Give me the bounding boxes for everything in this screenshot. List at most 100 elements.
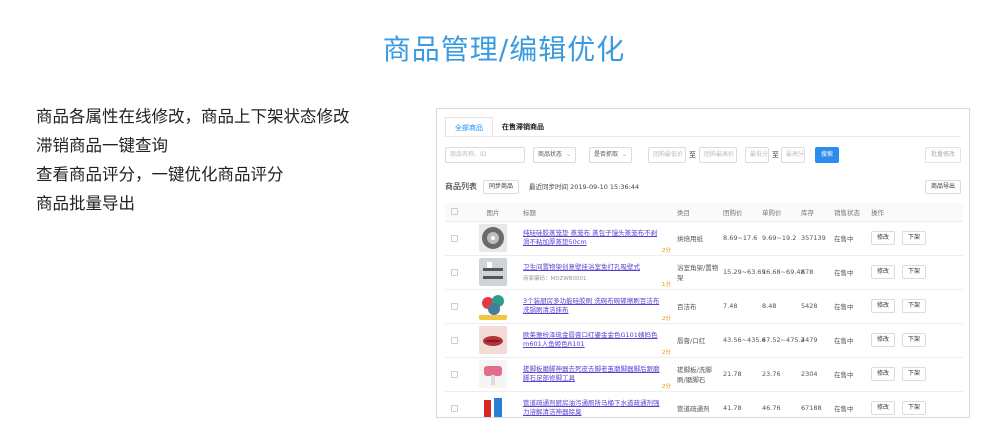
page: 商品管理/编辑优化 商品各属性在线修改，商品上下架状态修改 滞销商品一键查询 查… xyxy=(0,0,1008,444)
group-price: 7.48 xyxy=(721,289,760,324)
product-score: 2分 xyxy=(662,315,671,322)
feature-list: 商品各属性在线修改，商品上下架状态修改 滞销商品一键查询 查看商品评分，一键优化… xyxy=(36,102,350,218)
group-price: 21.78 xyxy=(721,357,760,392)
product-image xyxy=(479,326,507,354)
row-checkbox[interactable] xyxy=(451,268,458,276)
sale-status: 在售中 xyxy=(832,221,869,256)
tab-divider xyxy=(445,136,961,137)
product-title-link[interactable]: 管道疏通剂厨房油污通厕所马桶下水道疏通剂强力溶解清洁神器除臭 xyxy=(523,399,673,417)
export-products-button[interactable]: 商品导出 xyxy=(924,180,961,194)
search-button[interactable]: 搜索 xyxy=(815,147,839,163)
stock: 67188 xyxy=(799,391,832,417)
single-price: 16.68~69.48 xyxy=(760,255,805,290)
feature-item: 滞销商品一键查询 xyxy=(36,136,168,155)
edit-button[interactable]: 修改 xyxy=(871,265,896,279)
list-title: 商品列表 xyxy=(445,182,477,191)
last-sync-time: 最近同步时间 2019-09-10 15:36:44 xyxy=(529,183,640,191)
product-title-link[interactable]: 纯硅硅胶蒸笼垫 蒸笼布 蒸包子馒头蒸笼布不剥滑不粘加厚蒸垫50cm xyxy=(523,229,673,247)
column-header: 标题 xyxy=(521,203,675,222)
product-title-link[interactable]: 卫生间置物架创意壁挂浴室免打孔吸壁式 xyxy=(523,263,673,272)
table-header-row: 图片 标题 类目 团购价 单购价 库存 销售状态 操作 xyxy=(445,203,963,222)
take-offline-button[interactable]: 下架 xyxy=(902,299,927,313)
take-offline-button[interactable]: 下架 xyxy=(902,265,927,279)
take-offline-button[interactable]: 下架 xyxy=(902,367,927,381)
sync-products-button[interactable]: 同步商品 xyxy=(483,180,520,194)
feature-item: 查看商品评分，一键优化商品评分 xyxy=(36,165,284,184)
stock: 357139 xyxy=(799,221,832,256)
product-table: 图片 标题 类目 团购价 单购价 库存 销售状态 操作 纯硅硅胶蒸笼垫 蒸笼布 … xyxy=(445,203,963,417)
select-all-checkbox[interactable] xyxy=(451,208,458,216)
product-category: 管道疏通剂 xyxy=(675,391,721,417)
stock: 2304 xyxy=(799,357,832,392)
product-name-input[interactable]: 商品名称、ID xyxy=(445,147,525,163)
sale-status: 在售中 xyxy=(832,289,869,324)
stock: 4479 xyxy=(799,323,832,358)
product-sku: 商家编码：MDZWB0001 xyxy=(523,275,587,282)
sale-status: 在售中 xyxy=(832,323,869,358)
capture-select[interactable]: 是否抓取 xyxy=(589,147,633,163)
product-image xyxy=(479,224,507,252)
product-category: 浴室角架/置物架 xyxy=(675,255,721,290)
feature-item: 商品各属性在线修改，商品上下架状态修改 xyxy=(36,107,350,126)
group-price: 43.56~435.6 xyxy=(721,323,766,358)
tab-unsold-products[interactable]: 在售滞销商品 xyxy=(493,117,553,137)
product-score: 2分 xyxy=(662,247,671,254)
take-offline-button[interactable]: 下架 xyxy=(902,333,927,347)
sale-status: 在售中 xyxy=(832,357,869,392)
group-price: 8.69~17.6 xyxy=(721,221,760,256)
row-checkbox[interactable] xyxy=(451,370,458,378)
row-checkbox[interactable] xyxy=(451,404,458,412)
edit-button[interactable]: 修改 xyxy=(871,367,896,381)
table-row: 纯硅硅胶蒸笼垫 蒸笼布 蒸包子馒头蒸笼布不剥滑不粘加厚蒸垫50cm 2分 烘焙用纸 8… xyxy=(445,221,963,256)
batch-edit-button[interactable]: 批量修改 xyxy=(924,147,961,163)
take-offline-button[interactable]: 下架 xyxy=(902,401,927,415)
product-image xyxy=(479,258,507,286)
row-checkbox[interactable] xyxy=(451,302,458,310)
edit-button[interactable]: 修改 xyxy=(871,231,896,245)
product-category: 唇膏/口红 xyxy=(675,323,721,358)
edit-button[interactable]: 修改 xyxy=(871,333,896,347)
sale-status: 在售中 xyxy=(832,255,869,290)
row-checkbox[interactable] xyxy=(451,234,458,242)
score-min-input[interactable]: 最低分 xyxy=(745,147,769,163)
take-offline-button[interactable]: 下架 xyxy=(902,231,927,245)
score-max-input[interactable]: 最高分 xyxy=(781,147,805,163)
price-min-input[interactable]: 团购最低价 xyxy=(648,147,686,163)
table-row: 管道疏通剂厨房油污通厕所马桶下水道疏通剂强力溶解清洁神器除臭 管道疏通剂 41.78… xyxy=(445,391,963,417)
feature-item: 商品批量导出 xyxy=(36,194,135,213)
range-to-label: 至 xyxy=(772,151,779,159)
list-header: 商品列表 同步商品 最近同步时间 2019-09-10 15:36:44 商品导… xyxy=(445,179,961,195)
page-title: 商品管理/编辑优化 xyxy=(382,33,626,66)
column-header: 团购价 xyxy=(721,203,760,222)
column-header: 图片 xyxy=(465,203,521,222)
product-image xyxy=(479,292,507,320)
column-header: 类目 xyxy=(675,203,721,222)
product-title-link[interactable]: 搓脚板磨脚神器去死皮去脚老茧磨脚器脚后跟磨脚石足部修脚工具 xyxy=(523,365,673,383)
price-max-input[interactable]: 团购最高价 xyxy=(699,147,737,163)
single-price: 46.76 xyxy=(760,391,799,417)
column-header: 单购价 xyxy=(760,203,799,222)
sale-status: 在售中 xyxy=(832,391,869,417)
product-category: 搓脚板/洗脚刷/磨脚石 xyxy=(675,357,721,392)
row-checkbox[interactable] xyxy=(451,336,458,344)
product-score: 1分 xyxy=(662,281,671,288)
product-title-link[interactable]: 欧莱雅纷泽琉金唇膏口红鎏金金色G101姨妈色m601人鱼姬色R101 xyxy=(523,331,673,349)
column-header: 操作 xyxy=(869,203,963,222)
group-price: 15.29~63.69 xyxy=(721,255,766,290)
filter-bar: 商品名称、ID 商品状态 是否抓取 团购最低价 至 团购最高价 最低分 至 最高… xyxy=(445,147,961,163)
product-image xyxy=(479,360,507,388)
edit-button[interactable]: 修改 xyxy=(871,299,896,313)
stock: 5428 xyxy=(799,289,832,324)
single-price: 8.48 xyxy=(760,289,799,324)
product-image xyxy=(479,394,507,417)
table-row: 搓脚板磨脚神器去死皮去脚老茧磨脚器脚后跟磨脚石足部修脚工具 2分 搓脚板/洗脚刷/磨… xyxy=(445,357,963,392)
single-price: 23.76 xyxy=(760,357,799,392)
tab-all-products[interactable]: 全部商品 xyxy=(445,117,493,137)
edit-button[interactable]: 修改 xyxy=(871,401,896,415)
product-title-link[interactable]: 3个装厨房多功能硅胶刷 洗碗布碗碟擦刷百洁布洗锅刷清洁抹布 xyxy=(523,297,673,315)
status-select[interactable]: 商品状态 xyxy=(533,147,577,163)
column-header: 销售状态 xyxy=(832,203,869,222)
table-row: 3个装厨房多功能硅胶刷 洗碗布碗碟擦刷百洁布洗锅刷清洁抹布 2分 百洁布 7.48 8.… xyxy=(445,289,963,324)
stock: 878 xyxy=(799,255,832,290)
tab-bar: 全部商品 在售滞销商品 xyxy=(445,117,553,137)
